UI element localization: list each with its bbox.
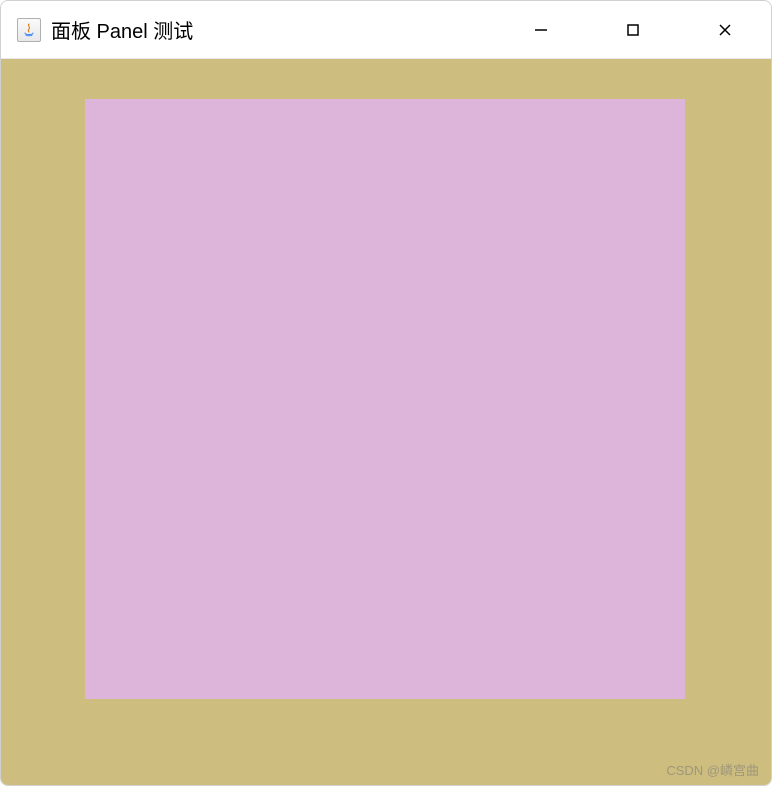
app-window: 面板 Panel 测试 CSDN @嶙宫曲 [0, 0, 772, 786]
maximize-icon [625, 22, 641, 38]
close-icon [717, 22, 733, 38]
titlebar[interactable]: 面板 Panel 测试 [1, 1, 771, 59]
close-button[interactable] [679, 1, 771, 58]
minimize-icon [533, 22, 549, 38]
window-controls [495, 1, 771, 58]
minimize-button[interactable] [495, 1, 587, 58]
panel [85, 99, 685, 699]
window-title: 面板 Panel 测试 [51, 15, 495, 44]
frame-content: CSDN @嶙宫曲 [1, 59, 771, 785]
maximize-button[interactable] [587, 1, 679, 58]
java-duke-icon [17, 18, 41, 42]
watermark: CSDN @嶙宫曲 [666, 760, 759, 779]
